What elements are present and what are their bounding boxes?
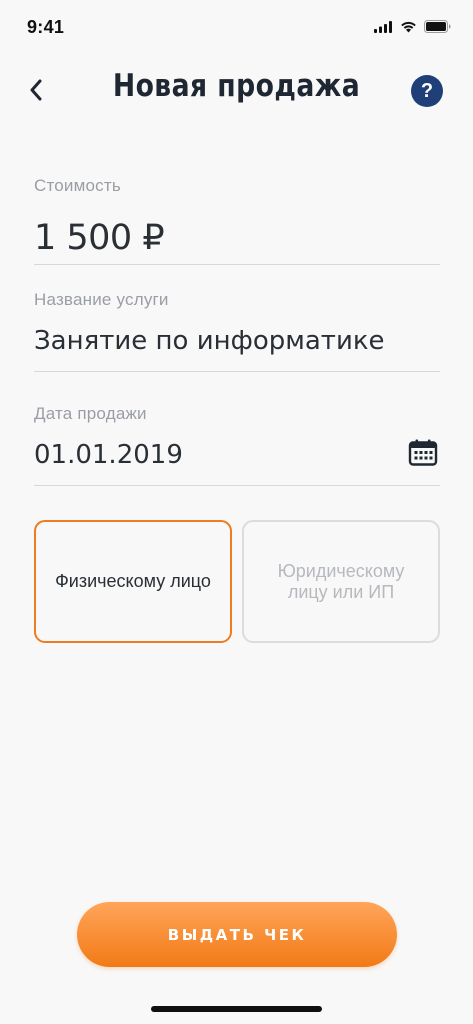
- date-underline: [34, 485, 440, 486]
- status-time: 9:41: [27, 17, 65, 37]
- help-button[interactable]: ?: [411, 75, 443, 107]
- buyer-legal-option[interactable]: Юридическому лицу или ИП: [242, 520, 440, 643]
- service-field[interactable]: Название услуги Занятие по информатике: [34, 290, 440, 372]
- nav-bar: Новая продажа ?: [0, 62, 473, 122]
- cost-label: Стоимость: [34, 176, 121, 195]
- issue-receipt-label: ВЫДАТЬ ЧЕК: [167, 925, 307, 944]
- status-bar: 9:41: [0, 0, 473, 52]
- issue-receipt-button[interactable]: ВЫДАТЬ ЧЕК: [77, 902, 397, 967]
- battery-icon: [424, 20, 451, 33]
- status-icons: [374, 20, 451, 33]
- cellular-signal-icon: [374, 20, 392, 33]
- buyer-legal-label: Юридическому лицу или ИП: [277, 560, 405, 602]
- home-indicator[interactable]: [151, 1006, 322, 1012]
- calendar-button[interactable]: [408, 438, 438, 468]
- calendar-icon: [408, 439, 438, 466]
- date-input[interactable]: 01.01.2019: [34, 440, 183, 470]
- cost-field[interactable]: Стоимость 1 500 ₽: [34, 176, 440, 265]
- date-field[interactable]: Дата продажи 01.01.2019: [34, 404, 440, 486]
- date-label: Дата продажи: [34, 404, 147, 423]
- page-title: Новая продажа: [112, 68, 361, 104]
- cost-underline: [34, 264, 440, 265]
- buyer-individual-option[interactable]: Физическому лицо: [34, 520, 232, 643]
- cost-input[interactable]: 1 500 ₽: [34, 218, 165, 258]
- question-icon: ?: [420, 79, 434, 102]
- service-label: Название услуги: [34, 290, 169, 309]
- wifi-icon: [401, 21, 416, 32]
- service-underline: [34, 371, 440, 372]
- buyer-individual-label: Физическому лицо: [55, 571, 211, 591]
- service-input[interactable]: Занятие по информатике: [34, 326, 385, 356]
